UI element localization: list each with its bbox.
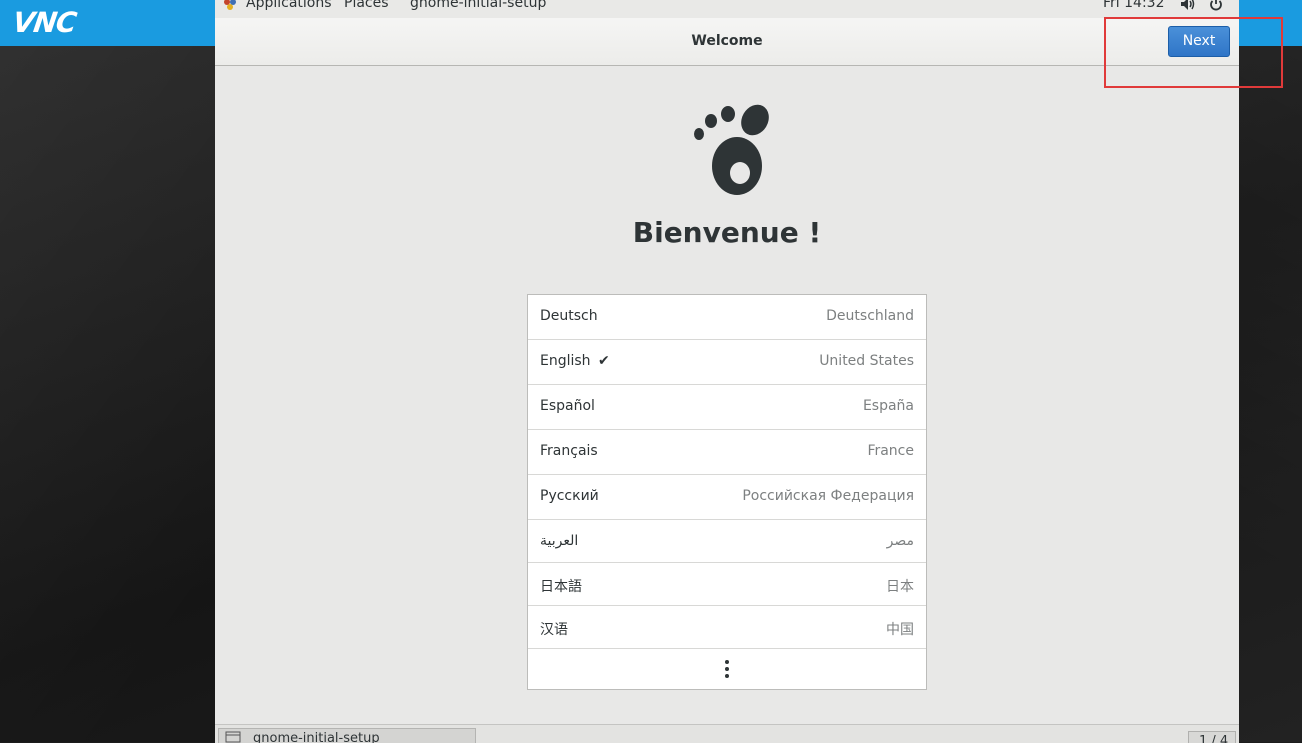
highlight-annotation xyxy=(1104,17,1283,88)
taskbar-window-button[interactable]: gnome-initial-setup xyxy=(218,728,476,743)
vnc-header: VNC xyxy=(0,0,215,46)
language-row-deutsch[interactable]: Deutsch Deutschland xyxy=(528,295,926,340)
language-row-japanese[interactable]: 日本語 日本 xyxy=(528,563,926,606)
language-name: Français xyxy=(540,443,598,459)
language-name: English xyxy=(540,353,591,369)
applications-menu[interactable]: Applications xyxy=(246,0,332,11)
window-title: Welcome xyxy=(691,33,763,49)
language-row-russian[interactable]: Русский Российская Федерация xyxy=(528,475,926,520)
language-list: Deutsch Deutschland English ✔ United Sta… xyxy=(527,294,927,690)
language-region: Deutschland xyxy=(826,308,914,324)
taskbar-window-label: gnome-initial-setup xyxy=(253,731,380,743)
language-region: España xyxy=(862,398,914,414)
checkmark-icon: ✔ xyxy=(598,353,610,369)
window-titlebar: Welcome Next xyxy=(215,18,1239,66)
language-name: Русский xyxy=(540,488,599,504)
more-languages-button[interactable] xyxy=(528,649,926,689)
gnome-top-panel: Applications Places gnome-initial-setup … xyxy=(215,0,1239,19)
language-region: United States xyxy=(819,353,914,369)
language-row-english[interactable]: English ✔ United States xyxy=(528,340,926,385)
language-name: Español xyxy=(540,398,595,414)
language-row-chinese[interactable]: 汉语 中国 xyxy=(528,606,926,649)
language-name: 日本語 xyxy=(540,579,582,595)
window-icon xyxy=(225,731,241,743)
language-name: 汉语 xyxy=(540,622,568,638)
welcome-page: Bienvenue ! Deutsch Deutschland English … xyxy=(215,66,1239,724)
bottom-taskbar: gnome-initial-setup 1 / 4 xyxy=(215,724,1239,743)
clock[interactable]: Fri 14:32 xyxy=(1103,0,1164,11)
volume-icon[interactable] xyxy=(1179,0,1195,12)
language-region: 日本 xyxy=(886,579,914,595)
language-row-arabic[interactable]: العربية مصر xyxy=(528,520,926,563)
language-name: العربية xyxy=(540,533,579,549)
applications-icon[interactable] xyxy=(223,0,237,10)
places-menu[interactable]: Places xyxy=(344,0,389,11)
language-row-francais[interactable]: Français France xyxy=(528,430,926,475)
more-vertical-icon xyxy=(725,660,729,678)
welcome-heading: Bienvenue ! xyxy=(632,216,822,249)
app-menu[interactable]: gnome-initial-setup xyxy=(410,0,546,11)
language-region: 中国 xyxy=(886,622,914,638)
workspace-pager[interactable]: 1 / 4 xyxy=(1188,731,1236,743)
language-region: مصر xyxy=(886,533,914,549)
gnome-foot-logo-icon xyxy=(694,104,769,195)
language-row-espanol[interactable]: Español España xyxy=(528,385,926,430)
language-region: France xyxy=(867,443,914,459)
language-name: Deutsch xyxy=(540,308,598,324)
vnc-logo: VNC xyxy=(10,6,78,39)
power-icon[interactable] xyxy=(1208,0,1224,12)
language-region: Российская Федерация xyxy=(742,488,914,504)
